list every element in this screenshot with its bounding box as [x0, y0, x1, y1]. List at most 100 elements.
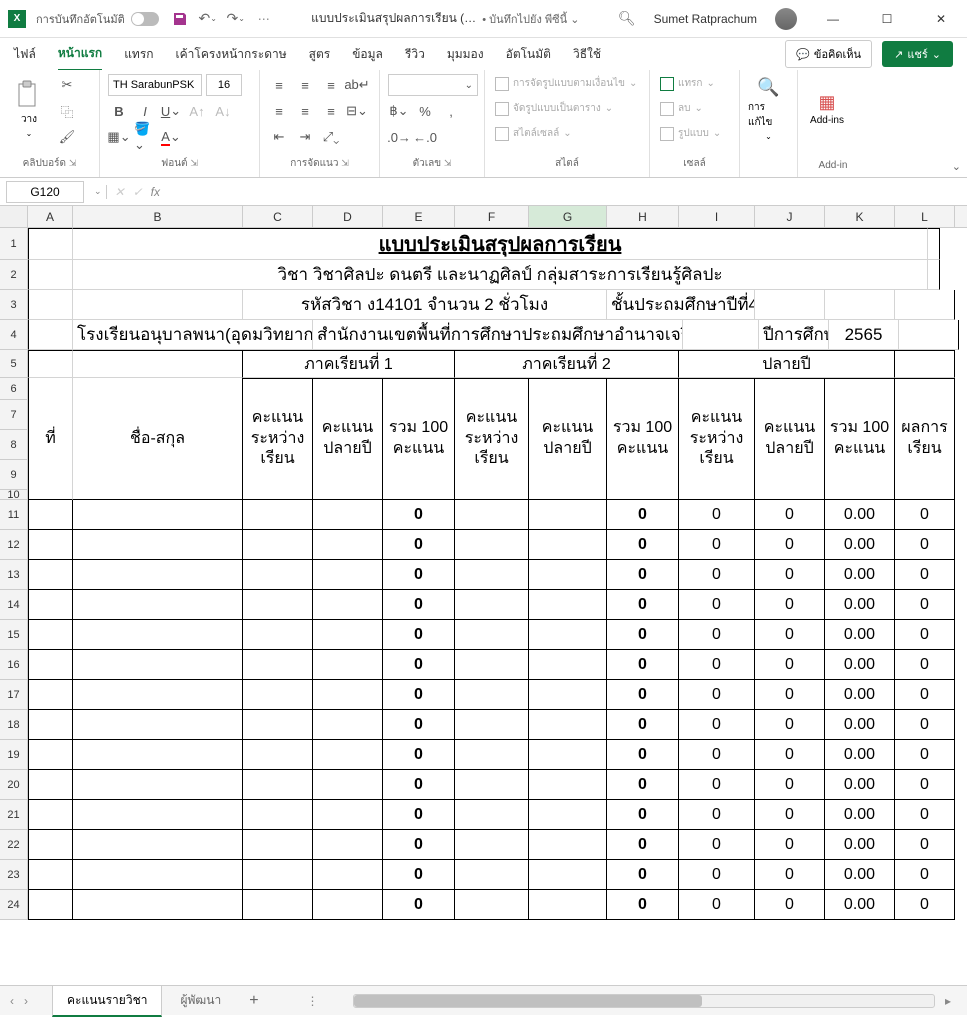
cell[interactable]: 0	[755, 620, 825, 650]
cell[interactable]	[28, 620, 73, 650]
insert-cells-button[interactable]: แทรก ⌄	[658, 74, 717, 93]
col-header-A[interactable]: A	[28, 206, 73, 227]
cell[interactable]: 0	[679, 590, 755, 620]
cell[interactable]: 0	[755, 500, 825, 530]
cell[interactable]	[529, 770, 607, 800]
cell[interactable]	[455, 650, 529, 680]
cell[interactable]: 0	[607, 770, 679, 800]
cell[interactable]	[313, 620, 383, 650]
cell[interactable]	[529, 740, 607, 770]
cell[interactable]	[243, 710, 313, 740]
cell[interactable]: 0.00	[825, 710, 895, 740]
percent-icon[interactable]: %	[414, 100, 436, 122]
cell[interactable]	[455, 800, 529, 830]
cell[interactable]	[28, 320, 73, 350]
cell[interactable]: 0	[607, 890, 679, 920]
cell[interactable]: 0	[679, 530, 755, 560]
cell[interactable]: 0.00	[825, 650, 895, 680]
collapse-ribbon-icon[interactable]: ⌄	[952, 160, 961, 173]
merge-icon[interactable]: ⊟⌄	[346, 100, 368, 122]
col-header-B[interactable]: B	[73, 206, 243, 227]
cell[interactable]	[313, 560, 383, 590]
cell[interactable]	[28, 740, 73, 770]
user-avatar[interactable]	[775, 8, 797, 30]
cell[interactable]: 0	[895, 500, 955, 530]
align-left-icon[interactable]: ≡	[268, 100, 290, 122]
cell[interactable]	[928, 260, 940, 290]
wrap-text-icon[interactable]: ab↵	[346, 74, 368, 96]
increase-font-icon[interactable]: A↑	[186, 100, 208, 122]
decrease-indent-icon[interactable]: ⇤	[268, 126, 290, 148]
cell[interactable]	[28, 228, 73, 260]
cell[interactable]	[243, 860, 313, 890]
cell[interactable]: 0	[383, 860, 455, 890]
cell[interactable]	[73, 650, 243, 680]
cell[interactable]: 0	[679, 800, 755, 830]
align-right-icon[interactable]: ≡	[320, 100, 342, 122]
cell[interactable]: 0	[383, 740, 455, 770]
fill-color-icon[interactable]: 🪣⌄	[134, 126, 156, 148]
scroll-right-icon[interactable]: ▸	[939, 994, 957, 1008]
search-icon[interactable]: 🔍︎	[618, 10, 636, 27]
cut-icon[interactable]: ✂	[56, 74, 78, 96]
row-header[interactable]: 18	[0, 710, 28, 740]
sheet-tab-other[interactable]: ผู้พัฒนา	[166, 986, 235, 1015]
cell[interactable]	[73, 860, 243, 890]
redo-icon[interactable]: ↷⌄	[227, 10, 245, 28]
row-header[interactable]: 14	[0, 590, 28, 620]
cell[interactable]	[313, 740, 383, 770]
cell[interactable]	[313, 680, 383, 710]
cell[interactable]: 0	[383, 560, 455, 590]
cell[interactable]: 0	[679, 770, 755, 800]
tab-automate[interactable]: อัตโนมัติ	[506, 39, 551, 70]
cell[interactable]: 0	[895, 800, 955, 830]
cell[interactable]	[243, 500, 313, 530]
cancel-formula-icon[interactable]: ✕	[115, 185, 125, 199]
cell[interactable]	[73, 740, 243, 770]
cell[interactable]	[455, 620, 529, 650]
cell[interactable]	[313, 650, 383, 680]
cell[interactable]: 0.00	[825, 590, 895, 620]
col-header-G[interactable]: G	[529, 206, 607, 227]
cell[interactable]	[243, 650, 313, 680]
cell[interactable]	[243, 800, 313, 830]
cell[interactable]	[28, 500, 73, 530]
row-header[interactable]: 3	[0, 290, 28, 320]
cell[interactable]	[73, 680, 243, 710]
bold-icon[interactable]: B	[108, 100, 130, 122]
row-header[interactable]: 21	[0, 800, 28, 830]
col-header-L[interactable]: L	[895, 206, 955, 227]
fx-icon[interactable]: fx	[151, 185, 160, 199]
final-header[interactable]: ปลายปี	[679, 350, 895, 378]
cell[interactable]	[313, 860, 383, 890]
office-name[interactable]: สำนักงานเขตพื้นที่การศึกษาประถมศึกษาอำนา…	[313, 320, 683, 350]
cell[interactable]	[455, 740, 529, 770]
comments-button[interactable]: 💬 ข้อคิดเห็น	[785, 40, 872, 68]
align-middle-icon[interactable]: ≡	[294, 74, 316, 96]
cell[interactable]	[313, 890, 383, 920]
cell[interactable]: 0.00	[825, 620, 895, 650]
cell[interactable]: 0	[607, 560, 679, 590]
cell[interactable]: 0	[679, 830, 755, 860]
currency-icon[interactable]: ฿⌄	[388, 100, 410, 122]
endscore3-header[interactable]: คะแนนปลายปี	[755, 378, 825, 500]
cell[interactable]	[455, 890, 529, 920]
cell[interactable]	[28, 830, 73, 860]
cell[interactable]	[455, 830, 529, 860]
cell[interactable]: 0	[679, 710, 755, 740]
tab-view[interactable]: มุมมอง	[447, 39, 484, 70]
cell[interactable]: 0	[755, 860, 825, 890]
format-painter-icon[interactable]: 🖌	[56, 126, 78, 148]
tab-home[interactable]: หน้าแรก	[58, 38, 102, 71]
cell[interactable]: 0	[607, 710, 679, 740]
cell[interactable]: 0	[755, 890, 825, 920]
cell[interactable]	[243, 740, 313, 770]
cell[interactable]	[73, 890, 243, 920]
cell[interactable]: 0	[607, 830, 679, 860]
cell[interactable]	[529, 620, 607, 650]
cell[interactable]	[28, 710, 73, 740]
cell[interactable]: 0	[383, 770, 455, 800]
endscore2-header[interactable]: คะแนนปลายปี	[529, 378, 607, 500]
cell[interactable]	[243, 590, 313, 620]
cell[interactable]	[529, 710, 607, 740]
